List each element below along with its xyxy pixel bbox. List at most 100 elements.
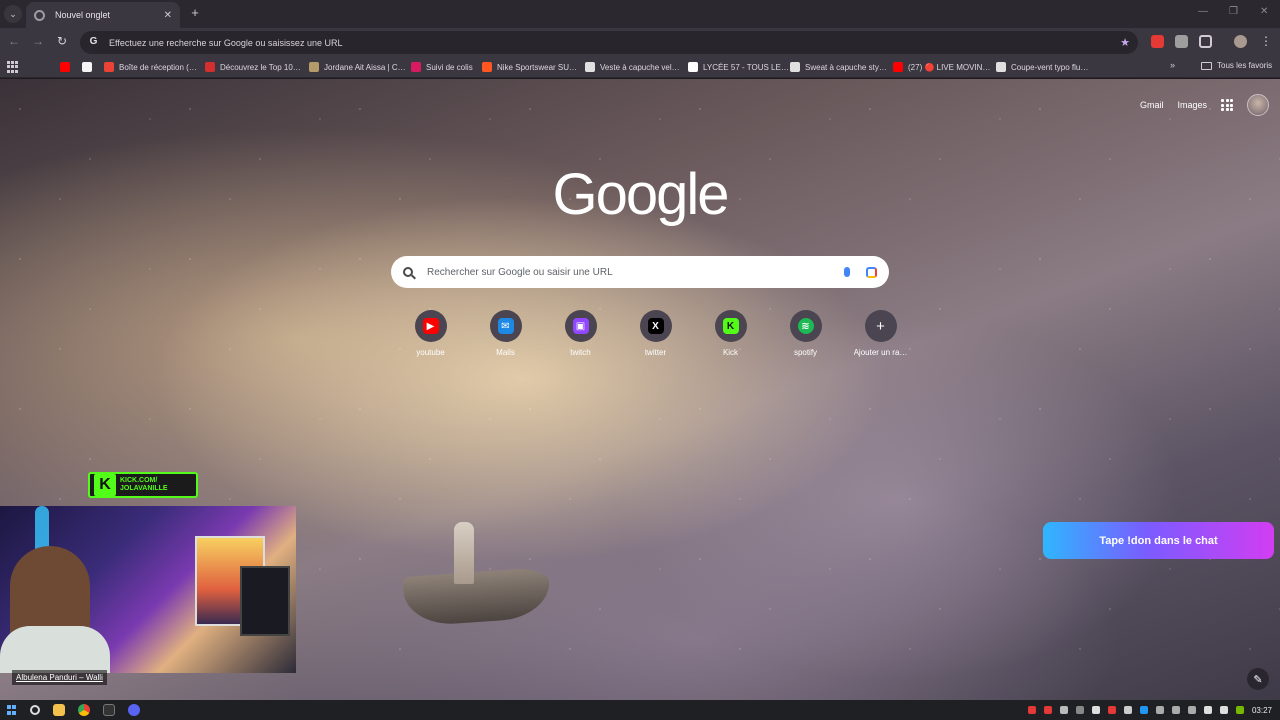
boat-shape xyxy=(402,566,552,628)
bookmark-item[interactable]: Jordane Ait Aissa | C… xyxy=(309,60,406,74)
file-explorer-icon[interactable] xyxy=(53,704,65,716)
address-bar[interactable]: G Effectuez une recherche sur Google ou … xyxy=(80,31,1138,54)
donation-banner: Tape !don dans le chat xyxy=(1043,522,1274,559)
windows-taskbar: 03:27 xyxy=(0,700,1280,720)
obs-icon[interactable] xyxy=(103,704,115,716)
close-icon[interactable]: ✕ xyxy=(164,10,172,21)
search-box[interactable] xyxy=(391,256,889,288)
school-icon xyxy=(688,62,698,72)
x-icon: X xyxy=(647,318,664,334)
mail-icon: ✉ xyxy=(497,318,514,334)
google-apps-icon[interactable] xyxy=(1221,99,1233,111)
system-tray: 03:27 xyxy=(1027,700,1280,720)
bookmark-label: Veste à capuche vel… xyxy=(600,62,680,72)
taskbar-clock[interactable]: 03:27 xyxy=(1252,706,1272,715)
gamepad-icon[interactable] xyxy=(1059,706,1068,714)
extension-grey-icon[interactable] xyxy=(1175,35,1188,48)
bookmark-item[interactable]: (27) 🔴 LIVE MOVIN… xyxy=(893,60,990,74)
shortcut-label: twitter xyxy=(644,348,667,357)
streamer-shirt xyxy=(0,626,110,673)
add-icon: + xyxy=(876,317,885,335)
shortcut-label: Kick xyxy=(722,348,739,357)
profile-avatar[interactable] xyxy=(1234,35,1247,48)
bookmark-item[interactable]: Découvrez le Top 10… xyxy=(205,60,301,74)
minimize-button[interactable]: — xyxy=(1198,6,1208,17)
shortcut-label: Mails xyxy=(496,348,515,357)
extension-red-icon[interactable] xyxy=(1151,35,1164,48)
bookmark-label: Nike Sportswear SU… xyxy=(497,62,578,72)
volume-icon[interactable] xyxy=(1219,706,1228,714)
shortcut-youtube[interactable]: ▶ youtube xyxy=(393,310,468,357)
bookmarks-overflow-icon[interactable]: » xyxy=(1170,60,1175,70)
bookmarks-bar: Boîte de réception (… Découvrez le Top 1… xyxy=(0,56,1280,78)
nvidia-icon[interactable] xyxy=(1235,706,1244,714)
shortcut-spotify[interactable]: ≋ spotify xyxy=(768,310,843,357)
tab-strip: ⌄ Nouvel onglet ✕ + — ❐ ✕ xyxy=(0,0,1280,28)
top10-icon xyxy=(205,62,215,72)
bookmark-item[interactable]: Suivi de colis xyxy=(411,60,473,74)
discord-icon[interactable] xyxy=(128,704,140,716)
menu-kebab-icon[interactable]: ⋮ xyxy=(1258,34,1274,48)
bookmark-star-icon[interactable]: ★ xyxy=(1120,36,1130,49)
bookmark-label: Sweat à capuche sty… xyxy=(805,62,887,72)
boy-figure xyxy=(454,522,474,584)
bookmark-item[interactable]: Sweat à capuche sty… xyxy=(790,60,887,74)
customize-pencil-icon[interactable]: ✎ xyxy=(1247,668,1269,690)
tab-new-tab[interactable]: Nouvel onglet ✕ xyxy=(26,2,180,28)
mic-muted-icon[interactable] xyxy=(1027,706,1036,714)
tray-app-icon[interactable] xyxy=(1123,706,1132,714)
youtube-icon xyxy=(60,62,70,72)
restore-button[interactable]: ❐ xyxy=(1229,6,1238,17)
now-playing-label: Albulena Panduri – Walli xyxy=(12,670,107,685)
tray-app-icon[interactable] xyxy=(1043,706,1052,714)
bookmark-item[interactable]: Coupe-vent typo flu… xyxy=(996,60,1088,74)
new-tab-button[interactable]: + xyxy=(187,5,203,20)
shortcut-label: Ajouter un ra… xyxy=(853,348,908,357)
kick-badge-line1: KICK.COM/ xyxy=(120,477,158,484)
bookmark-page[interactable] xyxy=(82,60,97,74)
bookmark-item[interactable]: Nike Sportswear SU… xyxy=(482,60,577,74)
close-window-button[interactable]: ✕ xyxy=(1260,6,1268,17)
microphone-icon[interactable] xyxy=(844,267,850,277)
search-input[interactable] xyxy=(427,266,844,278)
forward-button[interactable]: → xyxy=(30,34,46,48)
windows-start-icon[interactable] xyxy=(7,705,17,715)
tray-app-icon[interactable] xyxy=(1171,706,1180,714)
bookmark-label: Découvrez le Top 10… xyxy=(220,62,301,72)
all-bookmarks-button[interactable]: Tous les favoris xyxy=(1201,61,1272,70)
google-logo: Google xyxy=(552,162,729,227)
back-button[interactable]: ← xyxy=(6,34,22,48)
bookmark-label: Jordane Ait Aissa | C… xyxy=(324,62,406,72)
shortcut-add[interactable]: + Ajouter un ra… xyxy=(843,310,918,357)
usb-icon[interactable] xyxy=(1203,706,1212,714)
site-icon xyxy=(309,62,319,72)
gmail-link[interactable]: Gmail xyxy=(1140,100,1164,110)
images-link[interactable]: Images xyxy=(1177,100,1207,110)
chrome-icon[interactable] xyxy=(78,704,90,716)
tray-app-icon[interactable] xyxy=(1091,706,1100,714)
tray-app-icon[interactable] xyxy=(1107,706,1116,714)
bookmark-item[interactable]: Boîte de réception (… xyxy=(104,60,197,74)
chrome-icon xyxy=(34,9,45,21)
shortcut-kick[interactable]: K Kick xyxy=(693,310,768,357)
extensions-puzzle-icon[interactable] xyxy=(1199,35,1212,48)
tray-app-icon[interactable] xyxy=(1187,706,1196,714)
shortcut-twitter[interactable]: X twitter xyxy=(618,310,693,357)
search-icon xyxy=(403,267,413,277)
google-lens-icon[interactable] xyxy=(866,266,877,278)
reload-button[interactable]: ↻ xyxy=(54,34,70,48)
tray-app-icon[interactable] xyxy=(1155,706,1164,714)
shop-icon xyxy=(790,62,800,72)
apps-grid-icon[interactable] xyxy=(7,61,19,73)
bookmark-youtube[interactable] xyxy=(60,60,75,74)
bluetooth-icon[interactable] xyxy=(1139,706,1148,714)
search-icon[interactable] xyxy=(30,705,40,715)
shortcut-mails[interactable]: ✉ Mails xyxy=(468,310,543,357)
tab-search-button[interactable]: ⌄ xyxy=(4,5,22,23)
chevron-up-icon[interactable] xyxy=(1075,706,1084,714)
shortcut-twitch[interactable]: ▣ twitch xyxy=(543,310,618,357)
webcam-overlay xyxy=(0,506,296,673)
bookmark-item[interactable]: Veste à capuche vel… xyxy=(585,60,680,74)
bookmark-item[interactable]: LYCÉE 57 - TOUS LE… xyxy=(688,60,789,74)
account-avatar[interactable] xyxy=(1247,94,1269,116)
